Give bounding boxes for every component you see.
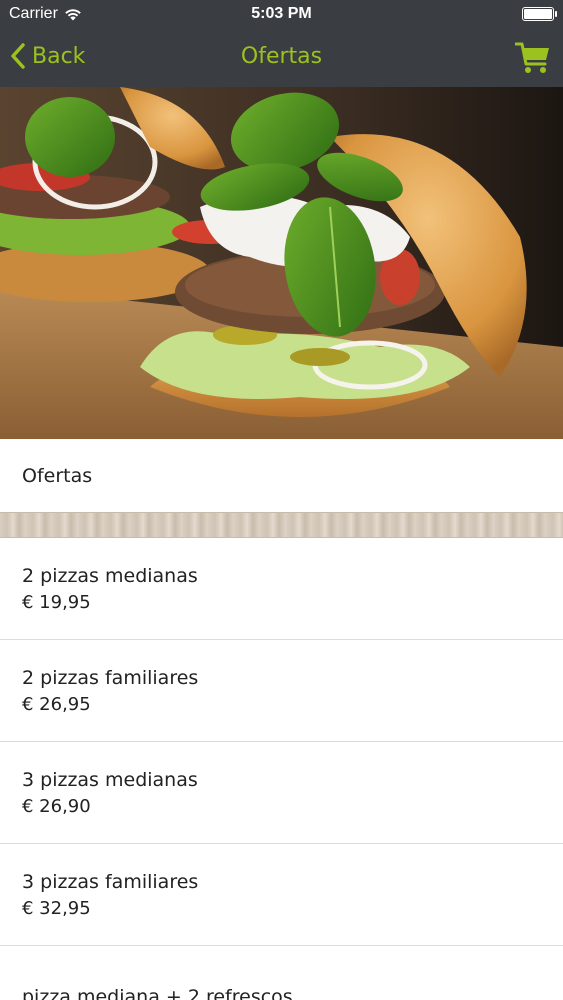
section-header: Ofertas xyxy=(0,439,563,512)
offer-name: 3 pizzas medianas xyxy=(22,768,198,791)
list-item[interactable]: 3 pizzas familiares € 32,95 xyxy=(0,844,563,946)
list-item[interactable]: 2 pizzas medianas € 19,95 xyxy=(0,538,563,640)
navigation-bar: Back Ofertas xyxy=(0,30,563,87)
offer-name: 2 pizzas familiares xyxy=(22,666,199,689)
offer-price: € 26,95 xyxy=(22,693,91,715)
section-title: Ofertas xyxy=(22,464,93,487)
list-item[interactable]: 3 pizzas medianas € 26,90 xyxy=(0,742,563,844)
hero-burger-image xyxy=(0,87,563,439)
offer-name: 3 pizzas familiares xyxy=(22,870,199,893)
offer-price: € 19,95 xyxy=(22,591,91,613)
page-title: Ofertas xyxy=(240,44,323,69)
offer-name: 2 pizzas medianas xyxy=(22,564,198,587)
list-item[interactable]: 2 pizzas familiares € 26,95 xyxy=(0,640,563,742)
offer-name: pizza mediana + 2 refrescos xyxy=(22,986,293,1000)
cart-button[interactable] xyxy=(514,40,551,80)
offer-price: € 32,95 xyxy=(22,897,91,919)
offer-price: € 26,90 xyxy=(22,795,91,817)
status-time: 5:03 PM xyxy=(251,5,312,22)
wood-divider xyxy=(0,512,563,538)
status-bar: Carrier 5:03 PM xyxy=(0,0,563,30)
shopping-cart-icon xyxy=(514,42,549,73)
battery-icon xyxy=(522,7,557,21)
list-item[interactable]: pizza mediana + 2 refrescos xyxy=(0,946,563,1000)
offers-list: 2 pizzas medianas € 19,95 2 pizzas famil… xyxy=(0,538,563,1000)
